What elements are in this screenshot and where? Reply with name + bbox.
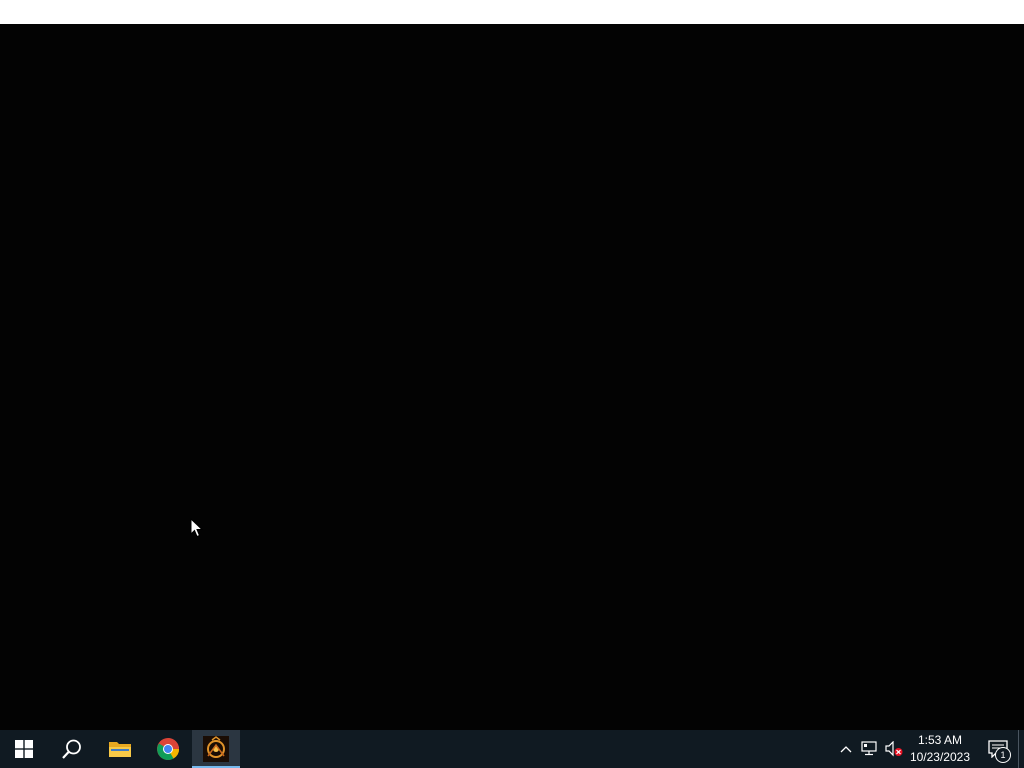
clock-time: 1:53 AM	[917, 733, 962, 747]
search-icon	[62, 739, 81, 759]
clock-date: 10/23/2023	[909, 750, 970, 764]
show-desktop-button[interactable]	[1018, 730, 1024, 768]
network-icon	[861, 741, 877, 756]
taskbar: 1:53 AM 10/23/2023 1	[0, 730, 1024, 768]
clock[interactable]: 1:53 AM 10/23/2023	[906, 730, 978, 768]
top-title-strip	[0, 0, 1024, 24]
windows-logo-icon	[15, 740, 33, 758]
volume-muted-icon	[885, 741, 903, 757]
fullscreen-app-window[interactable]	[0, 24, 1024, 730]
chrome-button[interactable]	[144, 730, 192, 768]
start-button[interactable]	[0, 730, 48, 768]
network-status-button[interactable]	[858, 730, 882, 768]
game-app-icon	[203, 736, 229, 762]
system-tray: 1:53 AM 10/23/2023 1	[834, 730, 1024, 768]
chrome-icon	[157, 738, 179, 760]
file-explorer-button[interactable]	[96, 730, 144, 768]
action-center-button[interactable]: 1	[978, 730, 1018, 768]
show-hidden-icons-button[interactable]	[834, 730, 858, 768]
volume-button[interactable]	[882, 730, 906, 768]
chevron-up-icon	[840, 746, 852, 753]
search-button[interactable]	[48, 730, 96, 768]
game-app-button[interactable]	[192, 730, 240, 768]
notification-count-badge: 1	[995, 747, 1011, 763]
folder-icon	[109, 742, 131, 757]
mouse-cursor-icon	[190, 518, 204, 538]
